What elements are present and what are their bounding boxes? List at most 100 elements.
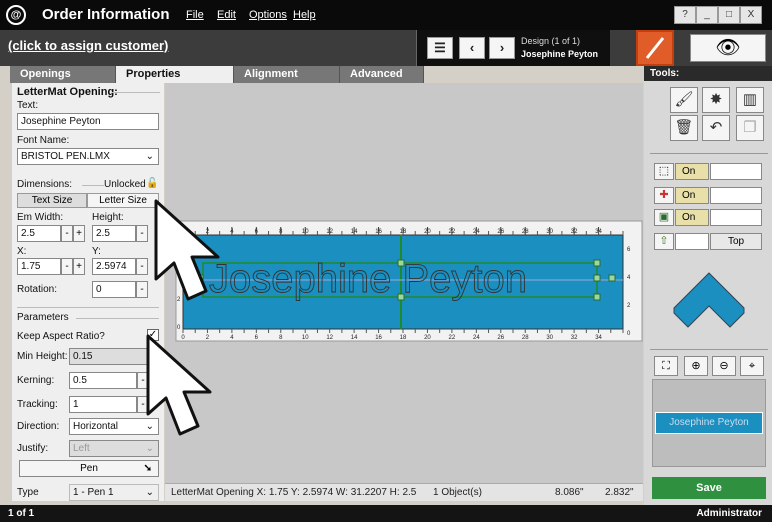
kerning-decrement[interactable]: - xyxy=(137,372,149,389)
direction-label: Direction: xyxy=(17,421,60,432)
toggle-switch[interactable] xyxy=(710,187,762,204)
help-button[interactable]: ? xyxy=(674,6,696,24)
justify-label: Justify: xyxy=(17,443,49,454)
justify-select: Left ⌄ xyxy=(69,440,159,457)
chevron-down-icon: ⌄ xyxy=(145,421,154,432)
tab-alignment[interactable]: Alignment xyxy=(234,66,340,83)
ruler-tick-label: 30 xyxy=(546,335,553,341)
em-width-decrement[interactable]: - xyxy=(61,225,73,242)
toggle-label: On xyxy=(675,163,709,180)
ruler-tick-label: 32 xyxy=(571,335,578,341)
assign-customer-link[interactable]: (click to assign customer) xyxy=(8,38,168,53)
thumbnail-mat: Josephine Peyton xyxy=(655,412,763,434)
burst-icon[interactable]: ✸ xyxy=(702,87,730,113)
em-width-input[interactable]: 2.5 xyxy=(17,225,61,242)
font-select[interactable]: BRISTOL PEN.LMX ⌄ xyxy=(17,148,159,165)
pen-button[interactable]: Pen ➘ xyxy=(19,460,159,477)
text-label: Text: xyxy=(17,100,39,111)
x-decrement[interactable]: - xyxy=(61,258,73,275)
design-name: Josephine Peyton xyxy=(521,49,599,59)
em-width-increment[interactable]: + xyxy=(73,225,85,242)
undo-icon[interactable]: ↶ xyxy=(702,115,730,141)
footer-bar: 1 of 1 Administrator xyxy=(0,505,772,522)
divider xyxy=(82,185,104,186)
mat-drawing: 246810121416182022242628303234 024681012… xyxy=(175,220,643,342)
thumbnail-preview[interactable]: Josephine Peyton xyxy=(652,379,766,467)
ruler-tick-label: 26 xyxy=(497,335,504,341)
menu-icon[interactable]: ☰ xyxy=(427,37,453,59)
letter-size-button[interactable]: Letter Size xyxy=(87,193,159,208)
maximize-button[interactable]: □ xyxy=(718,6,740,24)
zoom-out-icon[interactable]: ⊖ xyxy=(712,356,736,376)
status-object-count: 1 Object(s) xyxy=(433,487,482,498)
rotation-decrement[interactable]: - xyxy=(136,281,148,298)
menu-file[interactable]: File xyxy=(186,9,204,21)
toggle-row-grid[interactable]: ▣ On xyxy=(654,209,762,226)
lock-icon[interactable]: 🔓 xyxy=(146,178,158,189)
toggle-label: On xyxy=(675,209,709,226)
minimize-button[interactable]: _ xyxy=(696,6,718,24)
menu-help[interactable]: Help xyxy=(293,9,316,21)
height-input[interactable]: 2.5 xyxy=(92,225,136,242)
zoom-center-icon[interactable]: ⌖ xyxy=(740,356,764,376)
tab-properties[interactable]: Properties xyxy=(116,66,234,83)
divider xyxy=(17,307,159,308)
save-button[interactable]: Save xyxy=(652,477,766,499)
toggle-row-top[interactable]: ⇧ Top xyxy=(654,233,762,250)
direction-value: Horizontal xyxy=(73,421,119,432)
rotate-handle[interactable] xyxy=(608,274,616,282)
zoom-in-icon[interactable]: ⊕ xyxy=(684,356,708,376)
trash-icon[interactable]: 🗑 xyxy=(670,115,698,141)
preview-eye-button[interactable]: 👁 xyxy=(690,34,766,62)
eyedropper-icon[interactable]: 🖌 xyxy=(670,87,698,113)
title-bar: @ Order Information File Edit Options He… xyxy=(0,0,772,30)
keep-aspect-checkbox[interactable]: ✓ xyxy=(147,329,159,341)
tracking-input[interactable]: 1 xyxy=(69,396,137,413)
pen-icon: ➘ xyxy=(143,463,152,474)
menu-options[interactable]: Options xyxy=(249,9,287,21)
tab-openings[interactable]: Openings xyxy=(10,66,116,83)
x-input[interactable]: 1.75 xyxy=(17,258,61,275)
selection-handle[interactable] xyxy=(593,293,601,301)
toggle-switch[interactable] xyxy=(710,163,762,180)
arrow-up-icon: ⇧ xyxy=(654,233,674,250)
mat-text[interactable]: Josephine Peyton xyxy=(209,257,528,302)
toggle-label-top: Top xyxy=(710,233,762,250)
x-increment[interactable]: + xyxy=(73,258,85,275)
toggle-switch[interactable] xyxy=(675,233,709,250)
text-size-button[interactable]: Text Size xyxy=(17,193,87,208)
rotation-input[interactable]: 0 xyxy=(92,281,136,298)
y-input[interactable]: 2.5974 xyxy=(92,258,136,275)
selection-handle[interactable] xyxy=(397,259,405,267)
selection-handle[interactable] xyxy=(196,274,204,282)
app-title: Order Information xyxy=(42,6,170,23)
toggle-row-frame[interactable]: ⬚ On xyxy=(654,163,762,180)
pen-tool-button[interactable] xyxy=(636,30,674,66)
ruler-tick-label: 28 xyxy=(522,335,529,341)
ruler-icon[interactable]: ▥ xyxy=(736,87,764,113)
design-canvas[interactable]: 246810121416182022242628303234 024681012… xyxy=(165,83,643,483)
direction-select[interactable]: Horizontal ⌄ xyxy=(69,418,159,435)
selection-handle[interactable] xyxy=(397,293,405,301)
selection-handle[interactable] xyxy=(593,259,601,267)
y-decrement[interactable]: - xyxy=(136,258,148,275)
menu-edit[interactable]: Edit xyxy=(217,9,236,21)
next-design-button[interactable]: › xyxy=(489,37,515,59)
tab-advanced[interactable]: Advanced xyxy=(340,66,424,83)
zoom-fit-icon[interactable]: ⛶ xyxy=(654,356,678,376)
height-decrement[interactable]: - xyxy=(136,225,148,242)
min-height-input[interactable]: 0.15 xyxy=(69,348,157,365)
toggle-switch[interactable] xyxy=(710,209,762,226)
pen-icon xyxy=(645,37,665,59)
close-button[interactable]: X xyxy=(740,6,762,24)
toggle-row-crosshair[interactable]: ✚ On xyxy=(654,187,762,204)
ruler-tick-label: 20 xyxy=(424,335,431,341)
tracking-decrement[interactable]: - xyxy=(137,396,149,413)
ruler-tick-label: 18 xyxy=(400,335,407,341)
kerning-input[interactable]: 0.5 xyxy=(69,372,137,389)
prev-design-button[interactable]: ‹ xyxy=(459,37,485,59)
keep-aspect-label: Keep Aspect Ratio? xyxy=(17,331,105,342)
text-input[interactable]: Josephine Peyton xyxy=(17,113,159,130)
type-select[interactable]: 1 - Pen 1 ⌄ xyxy=(69,484,159,501)
selection-handle[interactable] xyxy=(593,274,601,282)
